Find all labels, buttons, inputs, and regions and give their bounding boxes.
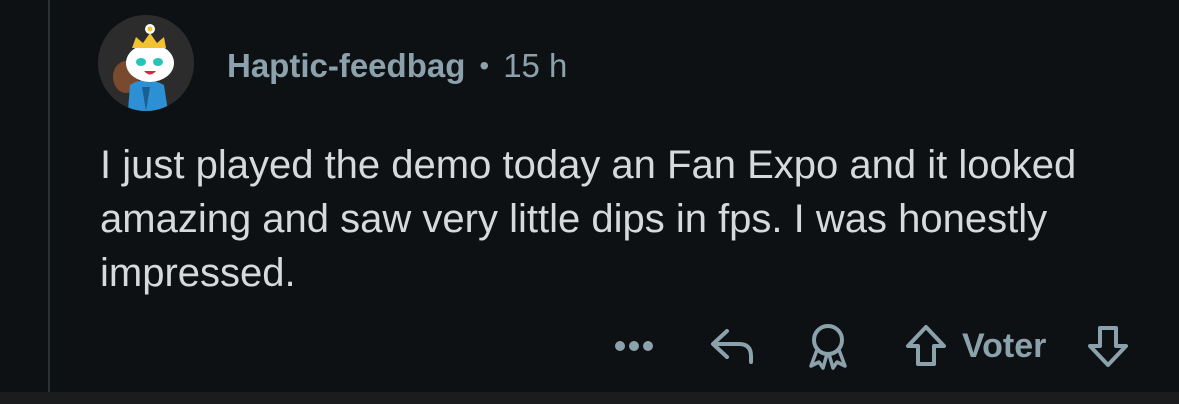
comment-body: I just played the demo today an Fan Expo… xyxy=(100,143,1077,295)
reply-arrow-icon xyxy=(711,329,753,364)
reply-button[interactable] xyxy=(704,318,760,374)
more-options-button[interactable] xyxy=(606,318,662,374)
upvote-button[interactable] xyxy=(896,318,956,374)
award-icon xyxy=(809,324,847,370)
vote-count-label: Voter xyxy=(962,327,1047,365)
comment-meta: Haptic-feedbag • 15 h xyxy=(227,44,567,88)
bottom-bar xyxy=(0,392,1179,404)
comment-actions: Voter xyxy=(0,318,1179,374)
username-link[interactable]: Haptic-feedbag xyxy=(227,47,465,85)
timestamp: 15 h xyxy=(503,47,568,84)
award-button[interactable] xyxy=(800,318,856,374)
upvote-arrow-icon xyxy=(906,325,946,366)
avatar[interactable] xyxy=(98,15,194,111)
downvote-arrow-icon xyxy=(1088,326,1128,367)
downvote-button[interactable] xyxy=(1078,318,1138,374)
ellipsis-icon xyxy=(615,341,653,351)
meta-separator: • xyxy=(479,50,490,81)
